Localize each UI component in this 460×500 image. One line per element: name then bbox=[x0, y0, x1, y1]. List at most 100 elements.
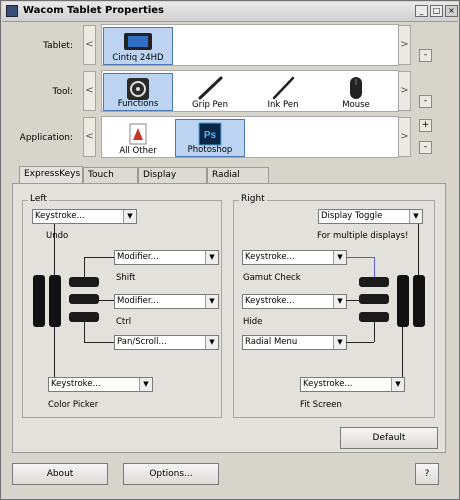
tablet-next-arrow[interactable]: > bbox=[398, 25, 411, 65]
right-connector-3h bbox=[346, 342, 374, 343]
right-note-1: Gamut Check bbox=[243, 273, 301, 283]
chevron-down-icon: ▼ bbox=[333, 251, 346, 264]
tab-expresskeys[interactable]: ExpressKeys bbox=[19, 166, 83, 184]
chevron-down-icon: ▼ bbox=[205, 336, 218, 349]
ink-pen-icon bbox=[272, 76, 295, 100]
tool-next-arrow[interactable]: > bbox=[398, 71, 411, 111]
combo-value: Modifier... bbox=[117, 252, 159, 262]
wacom-properties-window: Wacom Tablet Properties _ □ × Tablet: < … bbox=[0, 0, 460, 500]
minimize-button[interactable]: _ bbox=[415, 5, 428, 17]
photoshop-icon: Ps bbox=[198, 122, 222, 146]
tool-item-functions[interactable]: Functions bbox=[103, 73, 173, 111]
right-combo-1[interactable]: Keystroke... ▼ bbox=[242, 250, 347, 265]
close-icon: × bbox=[448, 6, 455, 15]
tablet-item-label: Cintiq 24HD bbox=[112, 53, 164, 63]
chevron-down-icon: ▼ bbox=[205, 295, 218, 308]
left-connector-2 bbox=[99, 300, 114, 301]
right-bottom-note: Fit Screen bbox=[300, 400, 342, 410]
right-connector-3v bbox=[374, 322, 375, 342]
chevron-down-icon: ▼ bbox=[333, 295, 346, 308]
tool-item-ink-pen[interactable]: Ink Pen bbox=[248, 73, 318, 111]
combo-value: Keystroke... bbox=[51, 379, 101, 389]
application-item-label: Photoshop bbox=[187, 145, 233, 155]
app-icon bbox=[6, 5, 18, 17]
tab-radial-menu[interactable]: Radial Menu bbox=[207, 167, 269, 195]
maximize-icon: □ bbox=[432, 6, 441, 15]
combo-value: Radial Menu bbox=[245, 337, 298, 347]
close-button[interactable]: × bbox=[445, 5, 458, 17]
right-top-combo[interactable]: Display Toggle ▼ bbox=[318, 209, 423, 224]
right-connector-bottom bbox=[402, 327, 403, 377]
tool-item-mouse[interactable]: Mouse bbox=[321, 73, 391, 111]
chevron-down-icon: ▼ bbox=[391, 378, 404, 391]
right-key-2 bbox=[359, 294, 389, 304]
combo-value: Keystroke... bbox=[35, 211, 85, 221]
right-connector-top bbox=[418, 224, 419, 275]
application-item-label: All Other bbox=[119, 146, 157, 156]
application-item-all-other[interactable]: All Other bbox=[103, 119, 173, 157]
right-connector-1h bbox=[346, 257, 374, 258]
tablet-strip: Cintiq 24HD bbox=[101, 24, 399, 66]
left-note-1: Shift bbox=[116, 273, 136, 283]
left-pad-outer bbox=[33, 275, 45, 327]
application-prev-arrow[interactable]: < bbox=[83, 117, 96, 157]
left-key-1 bbox=[69, 277, 99, 287]
combo-value: Display Toggle bbox=[321, 211, 383, 221]
tablet-prev-arrow[interactable]: < bbox=[83, 25, 96, 65]
application-add-button[interactable]: + bbox=[419, 119, 432, 132]
tab-touch-ring[interactable]: Touch Ring bbox=[83, 167, 138, 195]
tab-display-toggle[interactable]: Display Toggle bbox=[138, 167, 207, 195]
chevron-down-icon: ▼ bbox=[123, 210, 136, 223]
tool-item-grip-pen[interactable]: Grip Pen bbox=[175, 73, 245, 111]
photoshop-badge: Ps bbox=[204, 130, 217, 141]
expresskeys-panel: Left Right Keystroke... ▼ Undo Modifier..… bbox=[12, 183, 446, 453]
tool-prev-arrow[interactable]: < bbox=[83, 71, 96, 111]
tool-item-label: Ink Pen bbox=[267, 100, 299, 110]
application-next-arrow[interactable]: > bbox=[398, 117, 411, 157]
tablet-item-cintiq-24hd[interactable]: Cintiq 24HD bbox=[103, 27, 173, 65]
all-other-icon bbox=[129, 123, 147, 145]
left-bottom-combo[interactable]: Keystroke... ▼ bbox=[48, 377, 153, 392]
left-pad-inner bbox=[49, 275, 61, 327]
chevron-down-icon: ▼ bbox=[139, 378, 152, 391]
about-button[interactable]: About bbox=[12, 463, 108, 485]
title-bar: Wacom Tablet Properties _ □ × bbox=[2, 2, 458, 22]
right-connector-1v bbox=[374, 257, 375, 277]
grip-pen-icon bbox=[198, 76, 223, 100]
left-top-combo[interactable]: Keystroke... ▼ bbox=[32, 209, 137, 224]
left-top-note: Undo bbox=[46, 231, 69, 241]
tool-row-label: Tool: bbox=[52, 87, 73, 97]
right-group-label: Right bbox=[239, 194, 267, 204]
left-connector-bottom bbox=[54, 327, 55, 377]
options-button[interactable]: Options... bbox=[123, 463, 219, 485]
right-bottom-combo[interactable]: Keystroke... ▼ bbox=[300, 377, 405, 392]
application-row-label: Application: bbox=[19, 133, 73, 143]
help-button[interactable]: ? bbox=[415, 463, 439, 485]
left-connector-top bbox=[54, 224, 55, 276]
left-connector-3h bbox=[84, 342, 114, 343]
tool-remove-button[interactable]: - bbox=[419, 95, 432, 108]
chevron-down-icon: ▼ bbox=[409, 210, 422, 223]
application-strip: All Other Ps Photoshop bbox=[101, 116, 399, 158]
right-connector-2 bbox=[346, 300, 359, 301]
right-combo-2[interactable]: Keystroke... ▼ bbox=[242, 294, 347, 309]
left-combo-2[interactable]: Modifier... ▼ bbox=[114, 294, 219, 309]
tablet-remove-button[interactable]: - bbox=[419, 49, 432, 62]
combo-value: Keystroke... bbox=[245, 296, 295, 306]
right-key-3 bbox=[359, 312, 389, 322]
left-bottom-note: Color Picker bbox=[48, 400, 99, 410]
right-pad-outer bbox=[413, 275, 425, 327]
application-item-photoshop[interactable]: Ps Photoshop bbox=[175, 119, 245, 157]
left-combo-3[interactable]: Pan/Scroll... ▼ bbox=[114, 335, 219, 350]
chevron-down-icon: ▼ bbox=[205, 251, 218, 264]
right-top-note: For multiple displays! bbox=[317, 231, 409, 241]
default-button[interactable]: Default bbox=[340, 427, 438, 449]
right-key-1 bbox=[359, 277, 389, 287]
left-connector-1v bbox=[84, 257, 85, 277]
left-combo-1[interactable]: Modifier... ▼ bbox=[114, 250, 219, 265]
tool-item-label: Mouse bbox=[342, 100, 370, 110]
combo-value: Modifier... bbox=[117, 296, 159, 306]
right-combo-3[interactable]: Radial Menu ▼ bbox=[242, 335, 347, 350]
maximize-button[interactable]: □ bbox=[430, 5, 443, 17]
application-remove-button[interactable]: - bbox=[419, 141, 432, 154]
